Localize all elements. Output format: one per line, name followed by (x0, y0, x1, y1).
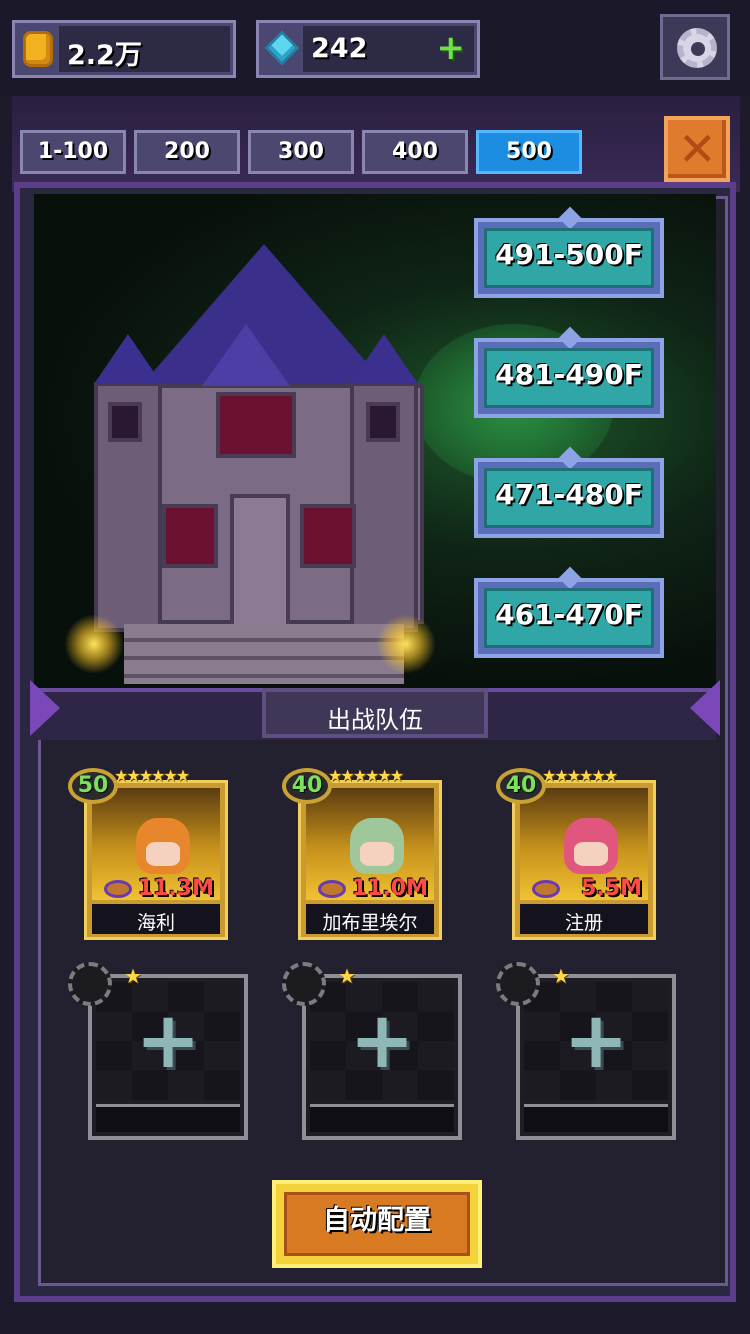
empty-level-badge (496, 962, 540, 1006)
hero-power: 11.0M (351, 876, 428, 901)
gem-icon (265, 31, 299, 65)
tab-floor-200[interactable]: 200 (134, 130, 240, 174)
hero-portrait: 11.0M (306, 788, 434, 901)
empty-hero-slot-2[interactable]: + ★ (282, 962, 462, 1142)
weapon-icon (318, 880, 346, 898)
hero-power: 5.5M (581, 876, 642, 901)
torch-left (64, 614, 124, 674)
settings-button[interactable] (660, 14, 730, 80)
hero-portrait: 5.5M (520, 788, 648, 901)
hero-card-2[interactable]: 11.0M 加布里埃尔 40 ★★★★★★ (282, 766, 442, 940)
gem-counter: 242 + (256, 20, 480, 78)
floor-range-label: 481-490F (495, 358, 643, 391)
hero-name: 注册 (564, 912, 603, 934)
star-icon: ★ (338, 964, 356, 988)
gold-value: 2.2万 (67, 40, 142, 71)
auto-configure-label: 自动配置 (323, 1205, 431, 1236)
add-gems-button[interactable]: + (437, 31, 466, 65)
divider-arrow-left-icon (30, 680, 60, 736)
hero-name: 加布里埃尔 (322, 912, 418, 934)
tab-floor-500[interactable]: 500 (476, 130, 582, 174)
hero-stars: ★★★★★★ (328, 766, 404, 785)
weapon-icon (532, 880, 560, 898)
hero-card-3[interactable]: 5.5M 注册 40 ★★★★★★ (496, 766, 656, 940)
divider-arrow-right-icon (690, 680, 720, 736)
star-icon: ★ (552, 964, 570, 988)
hero-stars: ★★★★★★ (114, 766, 190, 785)
add-hero-icon: + (135, 996, 201, 1086)
hero-stars: ★★★★★★ (542, 766, 618, 785)
weapon-icon (104, 880, 132, 898)
gem-value: 242 (311, 33, 368, 64)
close-button[interactable]: ✕ (664, 116, 730, 182)
floor-range-label: 461-470F (495, 598, 643, 631)
close-icon: ✕ (678, 122, 717, 176)
hero-level-badge: 40 (496, 768, 546, 804)
empty-hero-slot-3[interactable]: + ★ (496, 962, 676, 1142)
star-icon: ★ (124, 964, 142, 988)
add-hero-icon: + (563, 996, 629, 1086)
auto-configure-button[interactable]: 自动配置 (272, 1180, 482, 1268)
floor-range-461-470-button[interactable]: 461-470F (474, 566, 664, 658)
tab-floor-400[interactable]: 400 (362, 130, 468, 174)
floor-range-471-480-button[interactable]: 471-480F (474, 446, 664, 538)
floor-range-label: 471-480F (495, 478, 643, 511)
add-hero-icon: + (349, 996, 415, 1086)
hero-portrait: 11.3M (92, 788, 220, 901)
empty-level-badge (282, 962, 326, 1006)
hero-card-1[interactable]: 11.3M 海利 50 ★★★★★★ (68, 766, 228, 940)
floor-range-481-490-button[interactable]: 481-490F (474, 326, 664, 418)
castle-image (94, 224, 434, 684)
gold-counter: 2.2万 (12, 20, 236, 78)
floor-range-491-500-button[interactable]: 491-500F (474, 206, 664, 298)
hero-name: 海利 (136, 912, 175, 934)
hero-level-badge: 50 (68, 768, 118, 804)
game-screen: 2.2万 242 + 1-100 200 300 400 500 ✕ 491-5… (0, 0, 750, 1334)
hero-level-badge: 40 (282, 768, 332, 804)
floor-range-label: 491-500F (495, 238, 643, 271)
team-title: 出战队伍 (327, 706, 423, 734)
coin-icon (23, 31, 53, 67)
empty-level-badge (68, 962, 112, 1006)
hero-power: 11.3M (137, 876, 214, 901)
empty-hero-slot-1[interactable]: + ★ (68, 962, 248, 1142)
team-header: 出战队伍 (262, 688, 488, 738)
tab-floor-300[interactable]: 300 (248, 130, 354, 174)
tab-floor-1-100[interactable]: 1-100 (20, 130, 126, 174)
torch-right (376, 614, 436, 674)
